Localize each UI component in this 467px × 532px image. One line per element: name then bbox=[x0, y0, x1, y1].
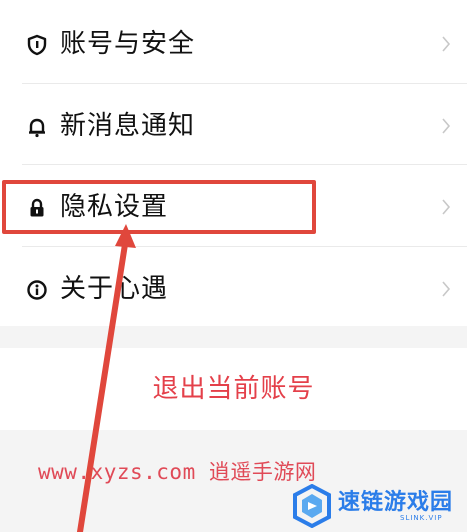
watermark-text: www.xyzs.com 逍遥手游网 bbox=[38, 460, 317, 484]
brand-sub: SLINK.VIP bbox=[400, 514, 443, 522]
annotation-arrow bbox=[77, 224, 136, 532]
brand-hexagon-icon bbox=[293, 484, 331, 528]
brand-logo: 速链游戏园 SLINK.VIP bbox=[288, 482, 467, 532]
brand-name: 速链游戏园 bbox=[338, 490, 454, 515]
